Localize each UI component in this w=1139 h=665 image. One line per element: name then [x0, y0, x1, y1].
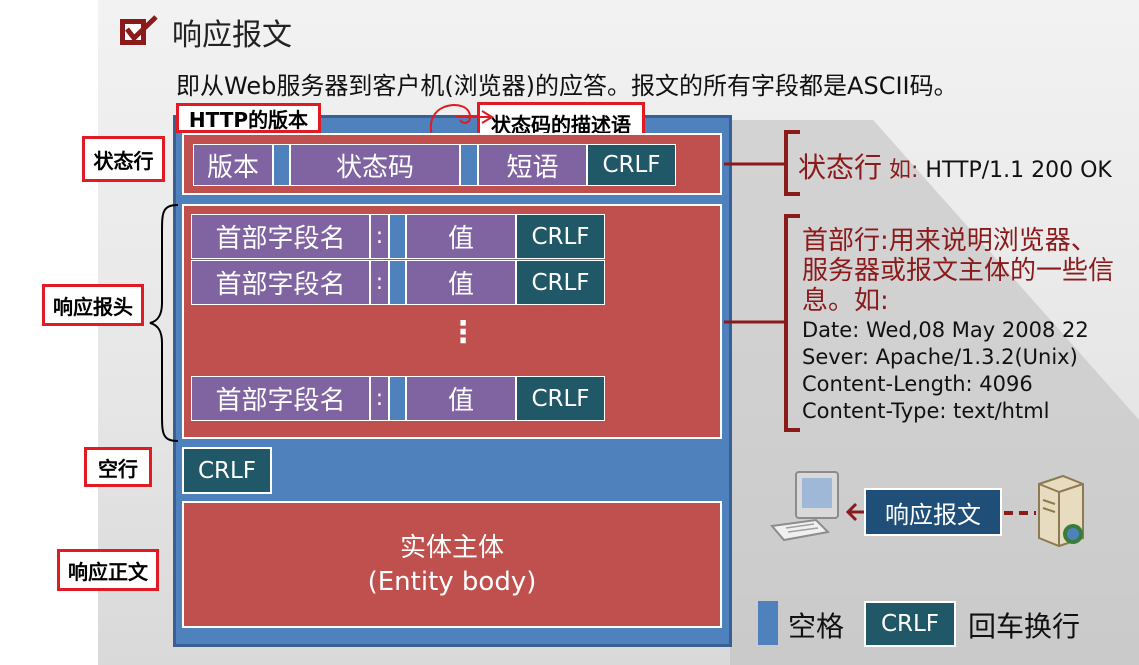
- space-legend-label: 空格: [788, 610, 845, 643]
- page-subtitle: 即从Web服务器到客户机(浏览器)的应答。报文的所有字段都是ASCII码。: [176, 72, 958, 100]
- ellipsis: ⋮: [448, 315, 478, 350]
- space-cell: [389, 376, 406, 421]
- response-header-label: 响应报头: [42, 284, 144, 326]
- entity-body-box: 实体主体 (Entity body): [182, 501, 722, 628]
- header-description: 首部行:用来说明浏览器、服务器或报文主体的一些信息。如:: [802, 226, 1115, 316]
- status-crlf: CRLF: [587, 144, 676, 186]
- header-crlf: CRLF: [516, 376, 605, 421]
- page-title: 响应报文: [172, 18, 292, 53]
- header-value-field: 值: [406, 214, 516, 259]
- header-value-field: 值: [406, 376, 516, 421]
- space-cell: [389, 260, 406, 305]
- header-example-line: Date: Wed,08 May 2008 22: [802, 318, 1089, 342]
- response-body-label: 响应正文: [57, 549, 159, 591]
- checkbox-icon: [120, 15, 158, 45]
- blank-line-label: 空行: [84, 447, 152, 487]
- header-colon: :: [370, 260, 389, 305]
- computer-icon: [770, 471, 839, 542]
- status-line-label: 状态行: [82, 136, 165, 182]
- header-brace: [149, 204, 179, 442]
- header-example-line: Content-Length: 4096: [802, 372, 1033, 396]
- header-name-field: 首部字段名: [191, 260, 370, 305]
- response-message-tag: 响应报文: [864, 488, 1002, 536]
- header-example-line: Sever: Apache/1.3.2(Unix): [802, 345, 1078, 369]
- entity-body-subtitle: (Entity body): [367, 566, 537, 597]
- status-code-field: 状态码: [290, 144, 460, 186]
- phrase-field: 短语: [478, 144, 587, 186]
- version-field: 版本: [193, 144, 273, 186]
- header-colon: :: [370, 214, 389, 259]
- right-status-eg: 如:: [882, 158, 926, 183]
- header-name-field: 首部字段名: [191, 214, 370, 259]
- header-example-line: Content-Type: text/html: [802, 399, 1050, 423]
- right-status-label: 状态行: [798, 151, 883, 184]
- space-cell: [460, 144, 478, 186]
- space-cell: [389, 214, 406, 259]
- crlf-legend-label: 回车换行: [968, 610, 1081, 643]
- space-legend-swatch: [758, 601, 778, 645]
- right-status-line: 状态行 如: HTTP/1.1 200 OK: [798, 146, 1112, 186]
- http-version-label: HTTP的版本: [176, 103, 321, 133]
- header-colon: :: [370, 376, 389, 421]
- entity-body-title: 实体主体: [399, 532, 504, 563]
- crlf-legend-box: CRLF: [864, 601, 956, 647]
- header-crlf: CRLF: [516, 214, 605, 259]
- right-brackets: [724, 130, 800, 432]
- blank-line-crlf: CRLF: [182, 447, 272, 494]
- left-arrow-icon: [846, 502, 864, 522]
- header-value-field: 值: [406, 260, 516, 305]
- right-status-example: HTTP/1.1 200 OK: [925, 158, 1112, 183]
- header-crlf: CRLF: [516, 260, 605, 305]
- header-name-field: 首部字段名: [191, 376, 370, 421]
- server-icon: [1038, 474, 1084, 548]
- space-cell: [273, 144, 290, 186]
